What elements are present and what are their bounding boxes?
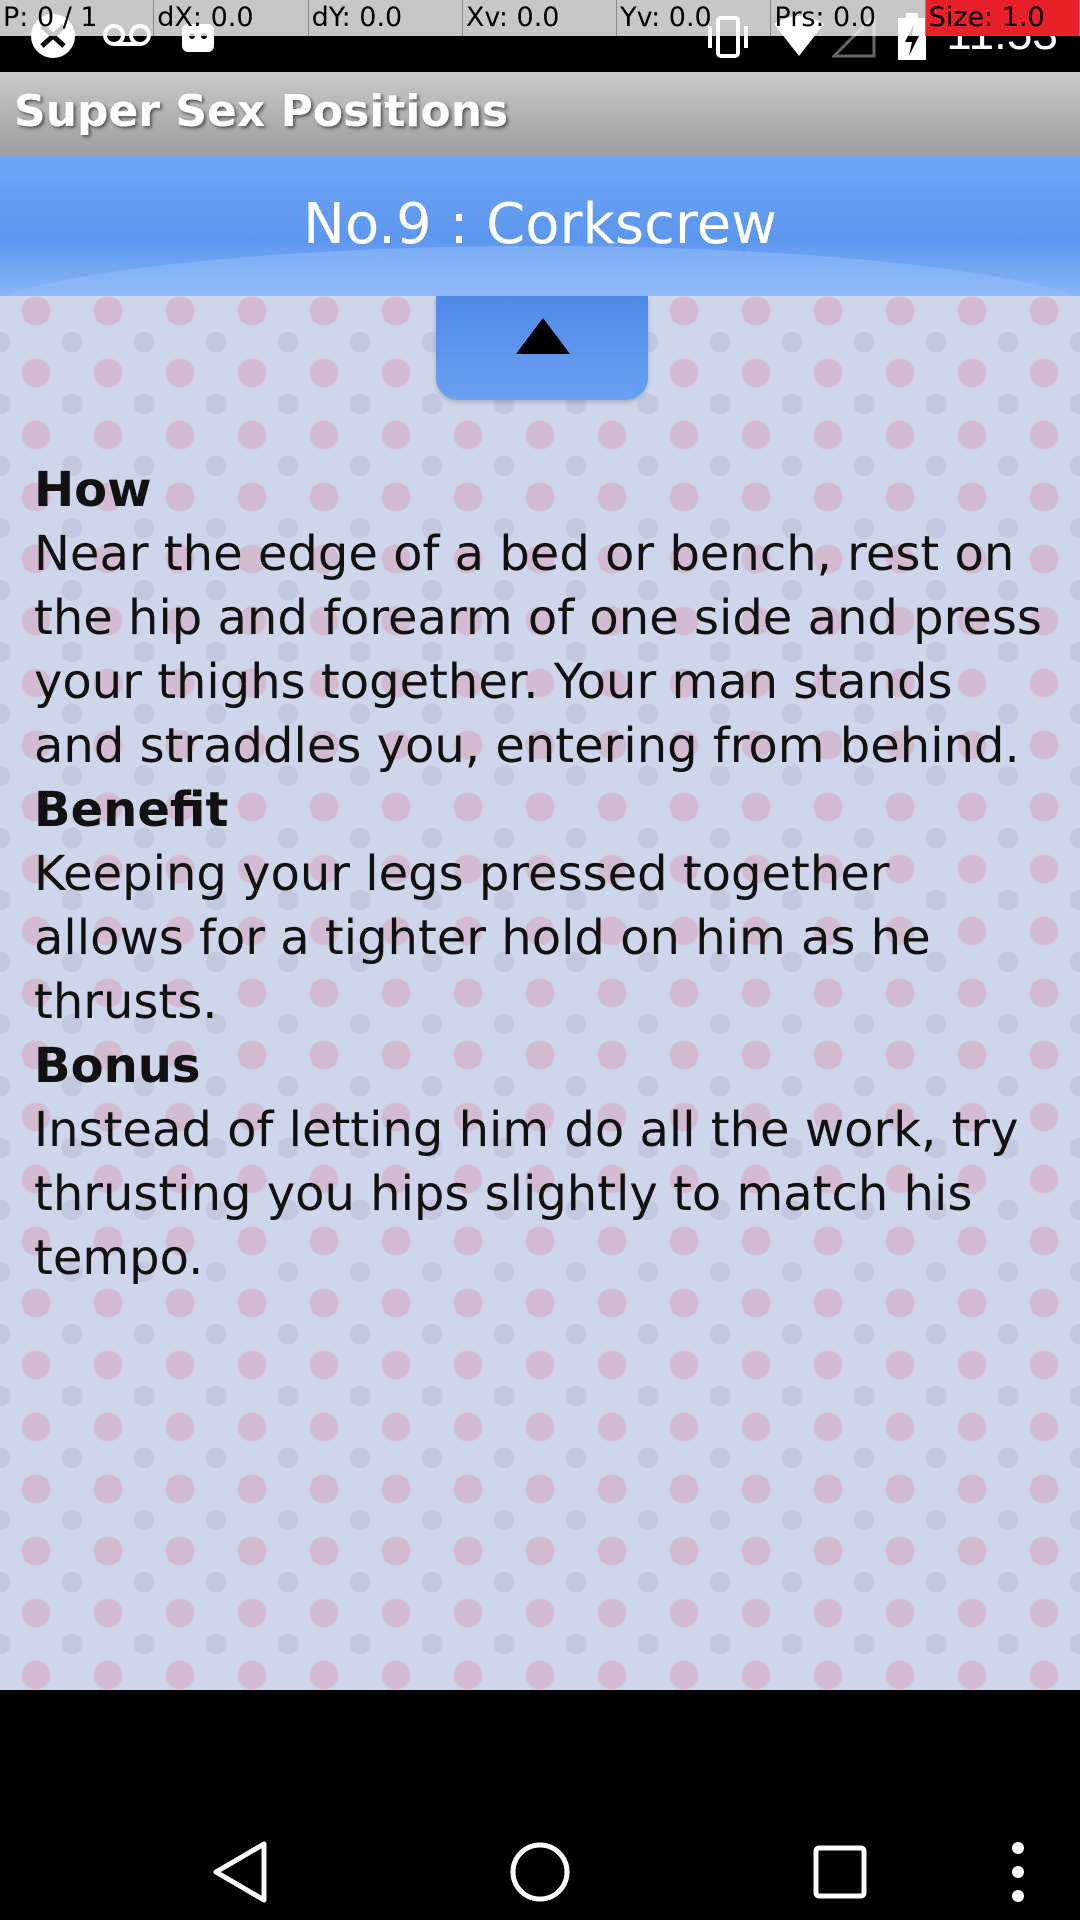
debug-dy: dY: 0.0 (308, 0, 463, 36)
debug-dx: dX: 0.0 (154, 0, 309, 36)
navigation-bar (0, 1690, 1080, 1920)
section-text-bonus: Instead of letting him do all the work, … (34, 1102, 1019, 1286)
arrow-up-icon (516, 318, 570, 354)
pointer-location-overlay: P: 0 / 1 dX: 0.0 dY: 0.0 Xv: 0.0 Yv: 0.0… (0, 0, 1080, 36)
position-detail[interactable]: No.9 : Corkscrew How Near the edge of a … (0, 156, 1080, 1690)
position-header: No.9 : Corkscrew (0, 156, 1080, 296)
section-text-how: Near the edge of a bed or bench, rest on… (34, 526, 1042, 774)
debug-pointer-count: P: 0 / 1 (0, 0, 155, 36)
app-bar: Super Sex Positions (0, 72, 1080, 156)
debug-size: Size: 1.0 (925, 0, 1080, 36)
section-text-benefit: Keeping your legs pressed together allow… (34, 846, 931, 1030)
debug-yv: Yv: 0.0 (617, 0, 772, 36)
home-icon[interactable] (508, 1840, 572, 1904)
collapse-header-button[interactable] (436, 296, 648, 400)
debug-pressure: Prs: 0.0 (771, 0, 926, 36)
app-title: Super Sex Positions (14, 86, 509, 137)
back-icon[interactable] (210, 1840, 270, 1904)
section-heading-bonus: Bonus (34, 1038, 201, 1094)
section-heading-how: How (34, 462, 152, 518)
position-title: No.9 : Corkscrew (303, 192, 777, 257)
recents-icon[interactable] (812, 1844, 868, 1900)
menu-icon[interactable] (1006, 1840, 1030, 1904)
section-heading-benefit: Benefit (34, 782, 229, 838)
position-description: How Near the edge of a bed or bench, res… (34, 458, 1054, 1290)
debug-xv: Xv: 0.0 (462, 0, 618, 36)
